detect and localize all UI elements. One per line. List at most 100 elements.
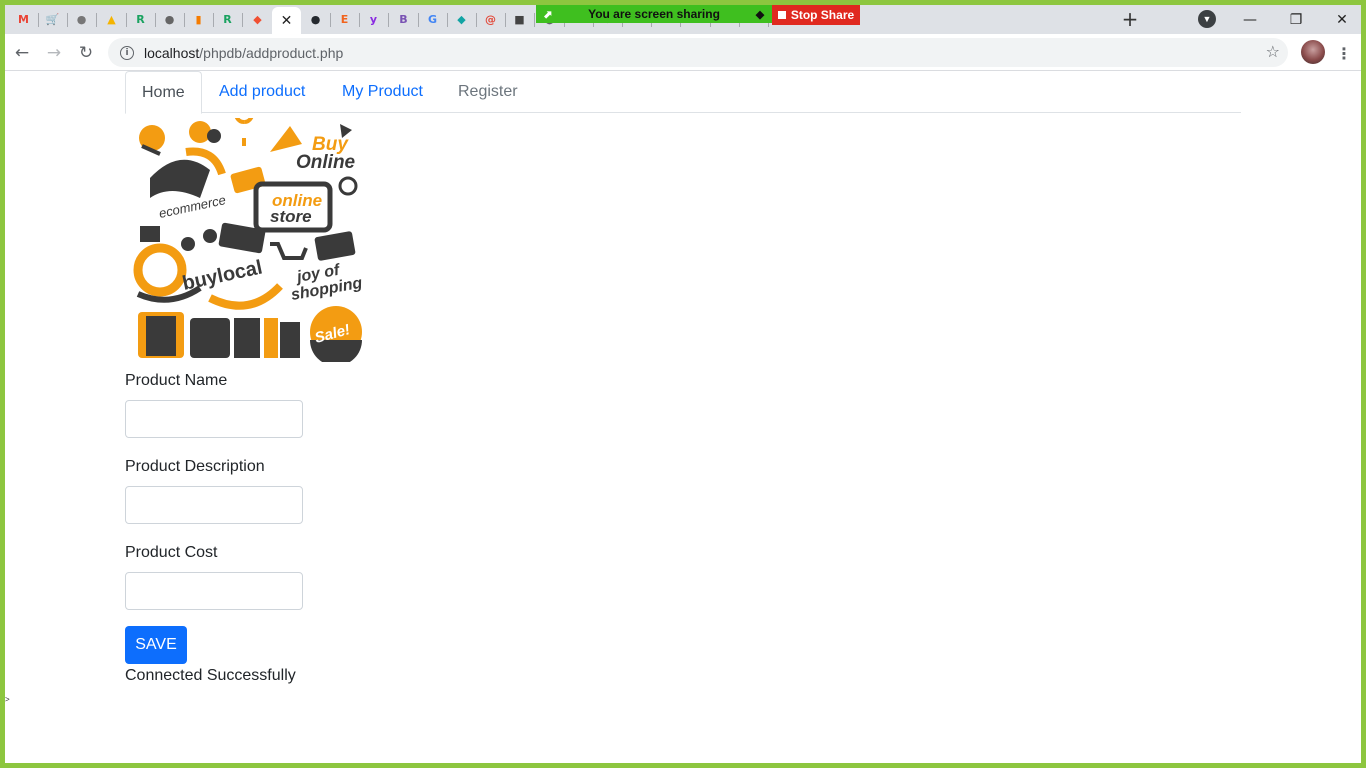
share-indicator-icon: ⬈ — [543, 8, 553, 21]
stop-share-label: Stop Share — [790, 8, 855, 22]
url-text[interactable]: localhost/phpdb/addproduct.php — [144, 45, 343, 61]
address-bar[interactable]: i localhost/phpdb/addproduct.php ☆ — [108, 38, 1288, 67]
browser-toolbar: ← → ↻ i localhost/phpdb/addproduct.php ☆… — [5, 34, 1361, 71]
url-host: localhost — [144, 44, 200, 61]
site-info-icon[interactable]: i — [120, 45, 134, 60]
product-cost-input[interactable] — [125, 572, 303, 610]
browser-tab[interactable]: E — [330, 7, 359, 31]
screen-share-banner: ⬈ You are screen sharing ◆ — [536, 5, 772, 23]
location-pin-icon — [235, 118, 254, 146]
hero-box-shape-2 — [234, 318, 260, 358]
forward-arrow-icon[interactable]: → — [41, 40, 67, 66]
browser-tab[interactable]: ▲ — [97, 7, 126, 31]
browser-tab[interactable]: ▮ — [184, 7, 213, 31]
hero-box-shape — [190, 318, 230, 358]
window-close-icon[interactable]: ✕ — [1319, 5, 1361, 34]
hero-word-store: store — [270, 207, 312, 226]
browser-tab[interactable]: B — [389, 7, 418, 31]
credit-card-icon — [230, 166, 266, 194]
nav-tabs: Home Add product My Product Register — [125, 71, 1241, 114]
browser-tab[interactable]: ■ — [505, 7, 534, 31]
product-description-label: Product Description — [125, 458, 265, 475]
browser-tab[interactable]: R — [126, 7, 155, 31]
page-caret-glyph: > — [5, 695, 10, 704]
diamond-icon: ◆ — [457, 12, 466, 26]
tab-my-product[interactable]: My Product — [326, 71, 439, 113]
product-cost-label: Product Cost — [125, 544, 218, 561]
gmail-icon: M — [18, 12, 29, 26]
hero-e-shape — [150, 159, 210, 198]
hero-lipstick-shape — [264, 318, 278, 358]
globe-icon: ● — [164, 12, 175, 26]
tab-add-product[interactable]: Add product — [203, 71, 321, 113]
r-icon: R — [136, 12, 145, 26]
shield-icon: ◆ — [755, 8, 765, 21]
browser-tab[interactable]: ● — [301, 7, 330, 31]
etsy-icon: E — [340, 12, 349, 26]
hero-word-buylocal: buylocal — [180, 257, 264, 295]
browser-tab[interactable]: G — [418, 7, 447, 31]
browser-tab[interactable]: y — [359, 7, 388, 31]
cash-icon — [314, 231, 356, 261]
browser-tab[interactable]: ● — [67, 7, 96, 31]
tab-home[interactable]: Home — [125, 71, 202, 114]
drive-icon: ▲ — [107, 12, 116, 26]
browser-tab[interactable]: ● — [155, 7, 184, 31]
new-tab-button[interactable]: + — [1117, 7, 1143, 31]
close-icon[interactable]: ✕ — [281, 13, 293, 29]
reload-icon[interactable]: ↻ — [73, 40, 99, 66]
connection-status-text: Connected Successfully — [125, 667, 296, 684]
hero-smile-shape — [208, 283, 283, 310]
stop-icon — [777, 11, 786, 19]
save-button[interactable]: SAVE — [125, 626, 187, 664]
hero-bag-shape — [140, 226, 160, 242]
hero-ring-shape — [133, 243, 187, 297]
hero-cloud-shape — [189, 121, 211, 143]
bootstrap-icon: B — [399, 12, 408, 26]
product-description-input[interactable] — [125, 486, 303, 524]
git-icon: ◆ — [253, 12, 262, 26]
hero-word-ecommerce: ecommerce — [158, 192, 228, 221]
yammer-icon: y — [369, 12, 378, 26]
browser-menu-icon[interactable]: ⋮ — [1335, 40, 1353, 66]
cart-icon: 🛒 — [45, 12, 60, 26]
page-content: Home Add product My Product Register Buy… — [5, 71, 1361, 763]
browser-tab[interactable]: ✕ — [272, 7, 301, 34]
coin-icon — [181, 237, 195, 251]
hero-book-shape-2 — [146, 316, 176, 356]
url-path: /phpdb/addproduct.php — [199, 44, 344, 61]
browser-tab[interactable]: @ — [476, 7, 505, 31]
browser-tab[interactable]: R — [213, 7, 242, 31]
minimize-icon[interactable]: — — [1227, 5, 1273, 34]
bookmark-star-icon[interactable]: ☆ — [1266, 42, 1280, 61]
r-icon: R — [223, 12, 232, 26]
tab-register[interactable]: Register — [442, 71, 534, 113]
back-arrow-icon[interactable]: ← — [9, 40, 35, 66]
pin-icon-2 — [338, 176, 358, 196]
product-name-input[interactable] — [125, 400, 303, 438]
browser-tab[interactable]: ◆ — [447, 7, 476, 31]
shopping-cart-icon — [270, 242, 308, 260]
hero-tag-shape — [270, 126, 302, 152]
book-icon: ▮ — [195, 12, 202, 26]
globe-icon: ● — [76, 12, 87, 26]
screen-share-text: You are screen sharing — [588, 7, 720, 21]
tab-search-icon[interactable]: ▼ — [1198, 10, 1216, 28]
restore-icon[interactable]: ❐ — [1273, 5, 1319, 34]
profile-avatar[interactable] — [1301, 40, 1325, 64]
stop-share-button[interactable]: Stop Share — [772, 5, 860, 25]
product-name-label: Product Name — [125, 372, 228, 389]
hero-word-online: Online — [296, 152, 356, 173]
browser-window: + ▼ — ❐ ✕ M🛒●▲R●▮R◆✕●EyBG◆@■●G⬇BGGGe● ⬈ … — [5, 5, 1361, 763]
github-icon: ● — [310, 12, 321, 26]
coin-icon-2 — [203, 229, 217, 243]
square-icon: ■ — [514, 12, 525, 26]
browser-tab[interactable]: 🛒 — [38, 7, 67, 31]
browser-tab[interactable]: ◆ — [243, 7, 272, 31]
google-icon: G — [427, 12, 438, 26]
hero-cloud-shape-2 — [207, 129, 221, 143]
ecommerce-banner-image: Buy Online ecommerce online store buyloc… — [133, 118, 362, 362]
browser-tab[interactable]: M — [9, 7, 38, 31]
hero-bottle-shape — [280, 322, 300, 358]
swirl-icon: @ — [485, 12, 496, 26]
